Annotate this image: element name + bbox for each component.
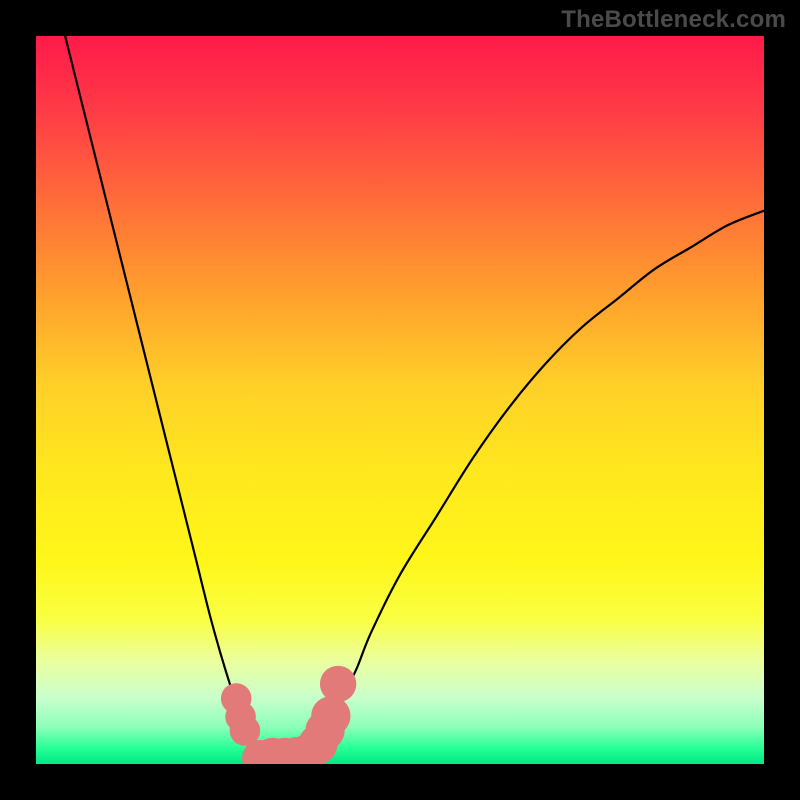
marker-dot bbox=[320, 666, 356, 702]
chart-frame: TheBottleneck.com bbox=[0, 0, 800, 800]
marker-dot bbox=[311, 696, 350, 735]
watermark-text: TheBottleneck.com bbox=[561, 6, 786, 34]
left-curve bbox=[65, 36, 269, 764]
marker-dots bbox=[221, 666, 356, 764]
plot-area bbox=[36, 36, 764, 764]
curves-svg bbox=[36, 36, 764, 764]
right-curve bbox=[298, 211, 764, 764]
